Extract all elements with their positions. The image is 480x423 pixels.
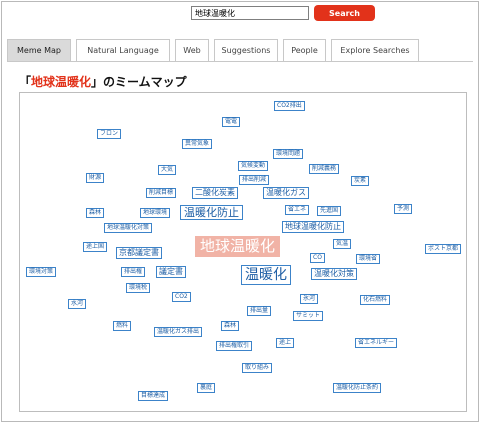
title-open-bracket: 「 (19, 75, 32, 89)
meme-term[interactable]: 化石燃料 (360, 295, 391, 305)
page-title: 「地球温暖化」のミームマップ (19, 73, 187, 90)
search-input[interactable] (191, 6, 309, 20)
tab-natural-language[interactable]: Natural Language (76, 39, 170, 61)
meme-map: CO2排出 電電 フロン 異常気象 環境問題 気候変動 削減義務 大気 排出削減… (19, 92, 467, 412)
meme-term[interactable]: 京都議定書 (116, 247, 162, 259)
meme-term[interactable]: 途上 (276, 338, 295, 348)
meme-term[interactable]: フロン (97, 129, 122, 139)
tab-explore-searches[interactable]: Explore Searches (331, 39, 419, 61)
meme-term[interactable]: 温暖化対策 (311, 268, 357, 280)
meme-term[interactable]: 先進国 (317, 206, 342, 216)
title-keyword: 地球温暖化 (31, 75, 92, 89)
meme-term[interactable]: 森林 (86, 208, 105, 218)
meme-term[interactable]: 森林 (221, 321, 240, 331)
meme-term[interactable]: 環境対策 (26, 267, 57, 277)
center-term[interactable]: 地球温暖化 (195, 236, 281, 257)
meme-term[interactable]: 気温 (333, 239, 352, 249)
meme-term[interactable]: 温暖化ガス (263, 187, 309, 199)
meme-term[interactable]: 取り組み (242, 363, 273, 373)
meme-term[interactable]: 環境問題 (273, 149, 304, 159)
meme-term[interactable]: 温暖化防止 (180, 205, 243, 220)
meme-term[interactable]: 財源 (86, 173, 105, 183)
search-button[interactable]: Search (314, 5, 375, 21)
meme-term[interactable]: 環境省 (356, 254, 381, 264)
meme-term[interactable]: 温暖化ガス排出 (154, 327, 203, 337)
meme-term[interactable]: 温暖化防止条約 (333, 383, 382, 393)
meme-term[interactable]: 議定書 (156, 266, 186, 278)
meme-term[interactable]: 大気 (158, 165, 177, 175)
meme-term[interactable]: 氷河 (300, 294, 319, 304)
tab-web[interactable]: Web (175, 39, 209, 61)
meme-term[interactable]: CO (310, 253, 325, 263)
meme-term[interactable]: 炭素 (351, 176, 370, 186)
meme-term[interactable]: 途上国 (83, 242, 108, 252)
meme-term[interactable]: ポスト京都 (425, 244, 462, 254)
meme-term[interactable]: 削減目標 (146, 188, 177, 198)
title-suffix: 」のミームマップ (91, 75, 187, 89)
meme-term[interactable]: 排出削減 (239, 175, 270, 185)
meme-term[interactable]: 裏庭 (197, 383, 216, 393)
meme-term[interactable]: 水河 (68, 299, 87, 309)
meme-term[interactable]: 目標達成 (138, 391, 169, 401)
meme-term[interactable]: サミット (293, 311, 324, 321)
tab-meme-map[interactable]: Meme Map (7, 39, 71, 61)
meme-term[interactable]: 二酸化炭素 (192, 187, 238, 199)
meme-term[interactable]: CO2 (172, 292, 191, 302)
app-frame: Search Meme Map Natural Language Web Sug… (1, 1, 479, 422)
meme-term[interactable]: 電電 (222, 117, 241, 127)
meme-term[interactable]: 地球温暖化対策 (104, 223, 153, 233)
meme-term[interactable]: 削減義務 (309, 164, 340, 174)
meme-term[interactable]: 地球温暖化防止 (282, 221, 344, 233)
meme-term[interactable]: 省エネルギー (355, 338, 398, 348)
tab-divider (7, 61, 473, 62)
meme-term[interactable]: 環境税 (126, 283, 151, 293)
meme-term[interactable]: 排出量 (247, 306, 272, 316)
meme-term[interactable]: 地球環境 (140, 208, 171, 218)
meme-term[interactable]: 排出権取引 (216, 341, 253, 351)
meme-term[interactable]: 排出権 (121, 267, 146, 277)
meme-term[interactable]: CO2排出 (274, 101, 305, 111)
meme-term[interactable]: 異常気象 (182, 139, 213, 149)
meme-term[interactable]: 燃料 (113, 321, 132, 331)
tab-people[interactable]: People (283, 39, 326, 61)
meme-term[interactable]: 予測 (394, 204, 413, 214)
meme-term[interactable]: 気候変動 (238, 161, 269, 171)
meme-term[interactable]: 温暖化 (241, 265, 291, 285)
meme-term[interactable]: 省エネ (285, 205, 310, 215)
tab-suggestions[interactable]: Suggestions (214, 39, 278, 61)
